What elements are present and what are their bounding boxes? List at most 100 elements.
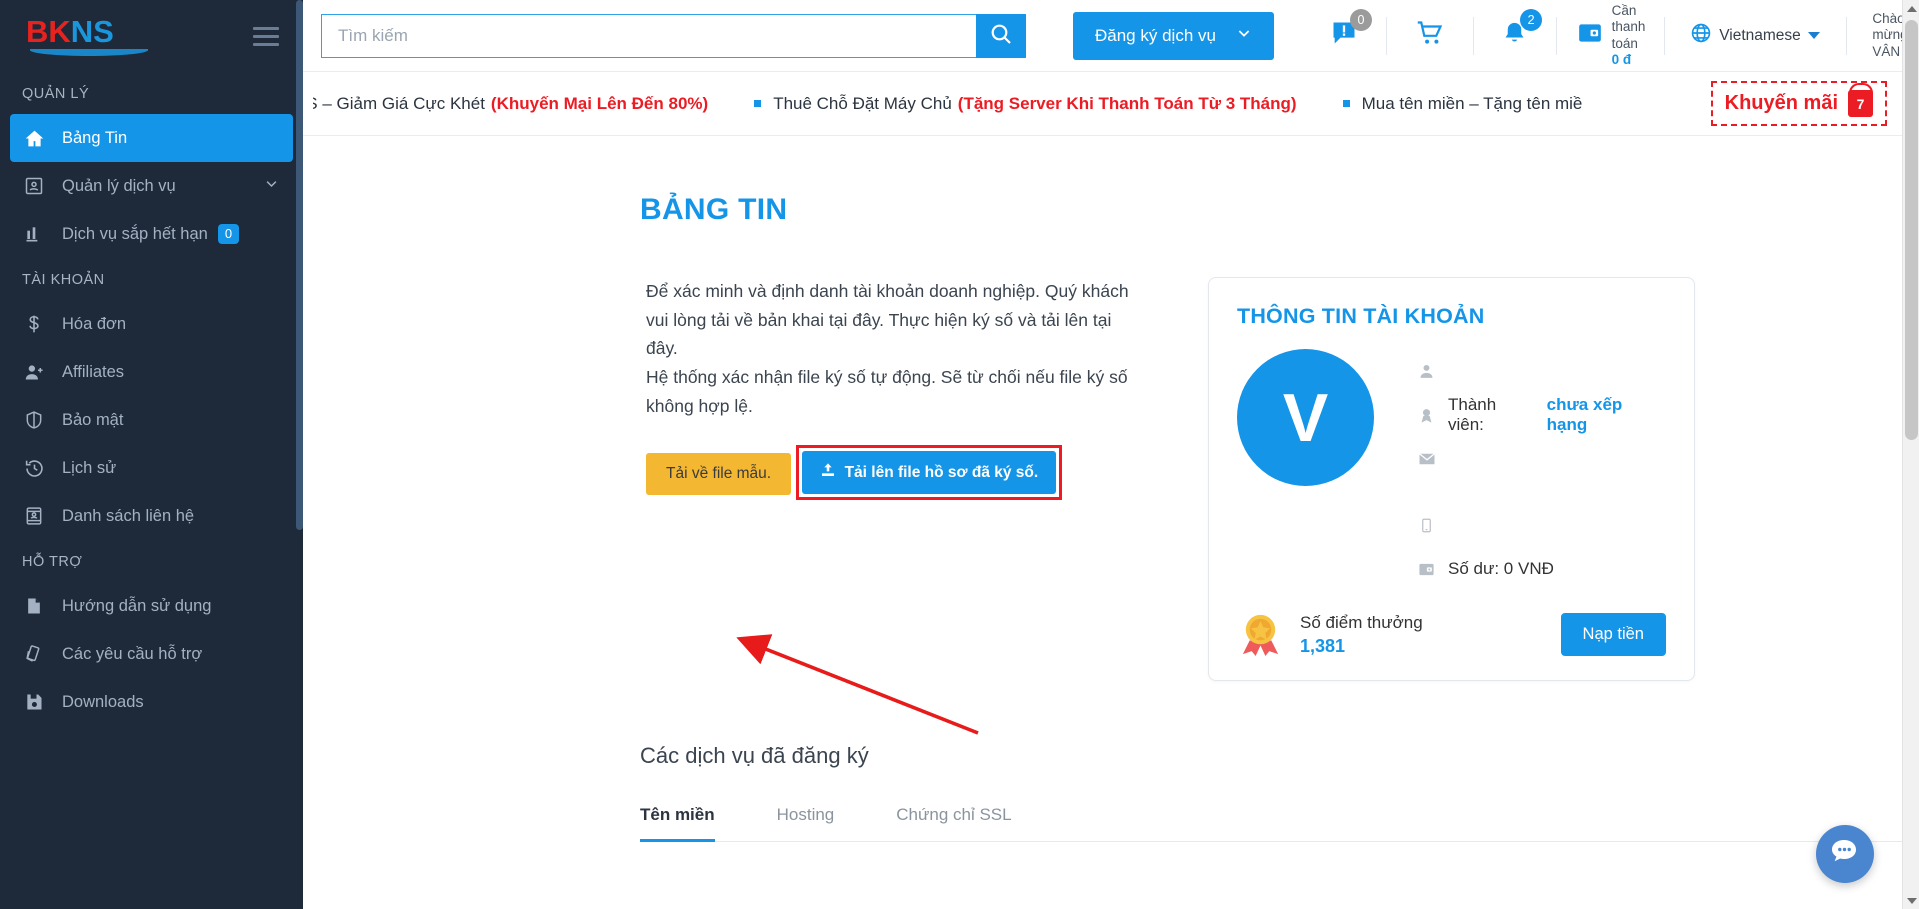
promotion-bar: ud VPS – Giảm Giá Cực Khét (Khuyến Mại L… (303, 72, 1919, 136)
scroll-down-button[interactable] (1903, 892, 1919, 909)
page-scrollbar-thumb[interactable] (1905, 20, 1918, 440)
bullet-icon (1342, 100, 1350, 107)
reward-points-value: 1,381 (1300, 635, 1346, 656)
topbar-icon-group: 0 2 Cần thanh toán 0 đ Vietnamese Chào m… (1302, 3, 1919, 69)
tickets-icon (24, 644, 62, 665)
cart-button[interactable] (1387, 13, 1473, 59)
search-button[interactable] (976, 13, 1026, 58)
search-group (321, 13, 1026, 58)
topup-button[interactable]: Nạp tiền (1560, 613, 1666, 656)
menu-toggle-icon[interactable] (253, 26, 279, 46)
language-selector[interactable]: Vietnamese (1664, 22, 1846, 49)
username-label: VÂN (1872, 43, 1901, 59)
sidebar-item-lich-su[interactable]: Lịch sử (10, 444, 293, 492)
logo-text-bk: BK (26, 14, 71, 49)
contact-card-icon (24, 506, 62, 526)
sidebar-item-label: Downloads (62, 692, 144, 711)
main-area: Đăng ký dịch vụ 0 (303, 0, 1919, 909)
upload-icon (820, 462, 836, 483)
pending-payment-button[interactable]: Cần thanh toán 0 đ (1557, 3, 1664, 69)
shopping-cart-icon (1415, 19, 1445, 52)
page-title: BẢNG TIN (640, 193, 788, 226)
promotion-item[interactable]: ud VPS – Giảm Giá Cực Khét (Khuyến Mại L… (313, 94, 708, 114)
scroll-up-button[interactable] (1903, 0, 1919, 17)
sidebar-scrollbar[interactable] (296, 0, 303, 909)
logo-text-ns: NS (70, 14, 114, 49)
mobile-phone-icon (1416, 518, 1437, 533)
download-sample-button[interactable]: Tải về file mẫu. (646, 453, 792, 496)
content-area: BẢNG TIN Để xác minh và định danh tài kh… (303, 136, 1919, 909)
chevron-down-icon (1236, 25, 1252, 46)
verification-panel: Để xác minh và định danh tài khoản doanh… (646, 277, 1132, 681)
sidebar-item-huong-dan-su-dung[interactable]: Hướng dẫn sử dụng (10, 582, 293, 630)
sidebar-section-label-account: TÀI KHOẢN (22, 272, 105, 288)
dollar-icon (24, 314, 62, 334)
account-member-rank: chưa xếp hạng (1546, 395, 1623, 434)
support-messages-button[interactable]: 0 (1302, 8, 1386, 59)
sidebar-item-bang-tin[interactable]: Bảng Tin (10, 114, 293, 162)
account-balance-row: Số dư: 0 VNĐ (1416, 553, 1666, 585)
register-service-button[interactable]: Đăng ký dịch vụ (1073, 11, 1274, 60)
medal-rank-icon (1416, 407, 1437, 424)
triangle-down-icon (1906, 897, 1917, 904)
account-member-row: Thành viên: chưa xếp hạng (1416, 395, 1666, 434)
logo-swoosh-icon (30, 49, 148, 56)
promotion-item[interactable]: Mua tên miền – Tặng tên miề (1342, 93, 1583, 114)
user-icon (1416, 363, 1437, 380)
sidebar-item-bao-mat[interactable]: Bảo mật (10, 396, 293, 444)
bar-chart-icon (24, 224, 62, 244)
history-icon (24, 458, 62, 479)
promotion-text: Mua tên miền – Tặng tên miề (1361, 93, 1583, 113)
promotion-highlight: (Khuyến Mại Lên Đến 80%) (490, 93, 709, 113)
sidebar-item-hoa-don[interactable]: Hóa đơn (10, 300, 293, 348)
notifications-button[interactable]: 2 (1473, 8, 1556, 59)
sidebar-item-label: Hóa đơn (62, 314, 127, 333)
sidebar-item-cac-yeu-cau-ho-tro[interactable]: Các yêu cầu hỗ trợ (10, 630, 293, 678)
promotion-cta-button[interactable]: Khuyến mãi 7 (1710, 81, 1887, 126)
search-input[interactable] (321, 13, 976, 58)
promotion-cta-badge: 7 (1856, 95, 1865, 112)
content-columns: Để xác minh và định danh tài khoản doanh… (303, 227, 1919, 681)
sidebar-section-label-support: HỖ TRỢ (22, 554, 83, 570)
sidebar-item-label: Quản lý dịch vụ (62, 176, 176, 195)
verification-intro-line1: Để xác minh và định danh tài khoản doanh… (646, 281, 1129, 359)
promotion-cta-label: Khuyến mãi (1724, 92, 1838, 114)
upload-button-highlight: Tải lên file hồ sơ đã ký số. (795, 445, 1063, 501)
bullet-icon (754, 100, 762, 107)
registered-services-heading: Các dịch vụ đã đăng ký (640, 743, 869, 768)
account-phone-row (1416, 509, 1666, 541)
verification-intro-line2: Hệ thống xác nhận file ký số tự động. Sẽ… (646, 367, 1128, 416)
document-icon (24, 596, 62, 616)
sidebar-item-danh-sach-lien-he[interactable]: Danh sách liên hệ (10, 492, 293, 540)
account-card-title: THÔNG TIN TÀI KHOẢN (1237, 304, 1485, 328)
sidebar-item-affiliates[interactable]: Affiliates (10, 348, 293, 396)
sidebar-item-quan-ly-dich-vu[interactable]: Quản lý dịch vụ (10, 162, 293, 210)
sidebar-scrollbar-thumb[interactable] (296, 0, 303, 530)
pending-payment-amount: 0 đ (1611, 51, 1632, 67)
sidebar-item-label: Dịch vụ sắp hết hạn (62, 224, 208, 243)
sidebar-item-label: Lịch sử (62, 458, 117, 477)
support-count-badge: 0 (1349, 8, 1372, 31)
sidebar-item-downloads[interactable]: Downloads (10, 678, 293, 726)
promotion-item[interactable]: Thuê Chỗ Đặt Máy Chủ (Tặng Server Khi Th… (754, 93, 1297, 114)
sidebar-item-dich-vu-sap-het-han[interactable]: Dịch vụ sắp hết hạn 0 (10, 210, 293, 258)
chat-bubble-icon (1828, 835, 1862, 874)
bkns-logo[interactable]: BKNS (26, 16, 148, 56)
account-info-list: Thành viên: chưa xếp hạng Số dư: 0 VNĐ (1416, 349, 1666, 597)
account-info-card: THÔNG TIN TÀI KHOẢN V Thành viên: chưa x… (1208, 277, 1695, 681)
tab-chung-chi-ssl[interactable]: Chứng chỉ SSL (896, 805, 1011, 842)
promotion-highlight: (Tặng Server Khi Thanh Toán Từ 3 Tháng) (957, 93, 1297, 113)
language-label: Vietnamese (1719, 26, 1801, 44)
chat-widget-button[interactable] (1816, 825, 1874, 883)
user-plus-icon (24, 362, 62, 383)
tab-hosting[interactable]: Hosting (777, 805, 835, 842)
tab-ten-mien[interactable]: Tên miền (640, 805, 715, 842)
sidebar-item-label: Bảng Tin (62, 128, 128, 147)
top-bar: Đăng ký dịch vụ 0 (303, 0, 1919, 72)
sidebar-item-label: Hướng dẫn sử dụng (62, 596, 212, 615)
pending-payment-text: Cần thanh toán 0 đ (1612, 3, 1648, 69)
caret-down-icon (1807, 32, 1820, 39)
shield-icon (24, 410, 62, 430)
page-scrollbar[interactable] (1902, 0, 1919, 909)
upload-signed-file-button[interactable]: Tải lên file hồ sơ đã ký số. (801, 451, 1057, 495)
